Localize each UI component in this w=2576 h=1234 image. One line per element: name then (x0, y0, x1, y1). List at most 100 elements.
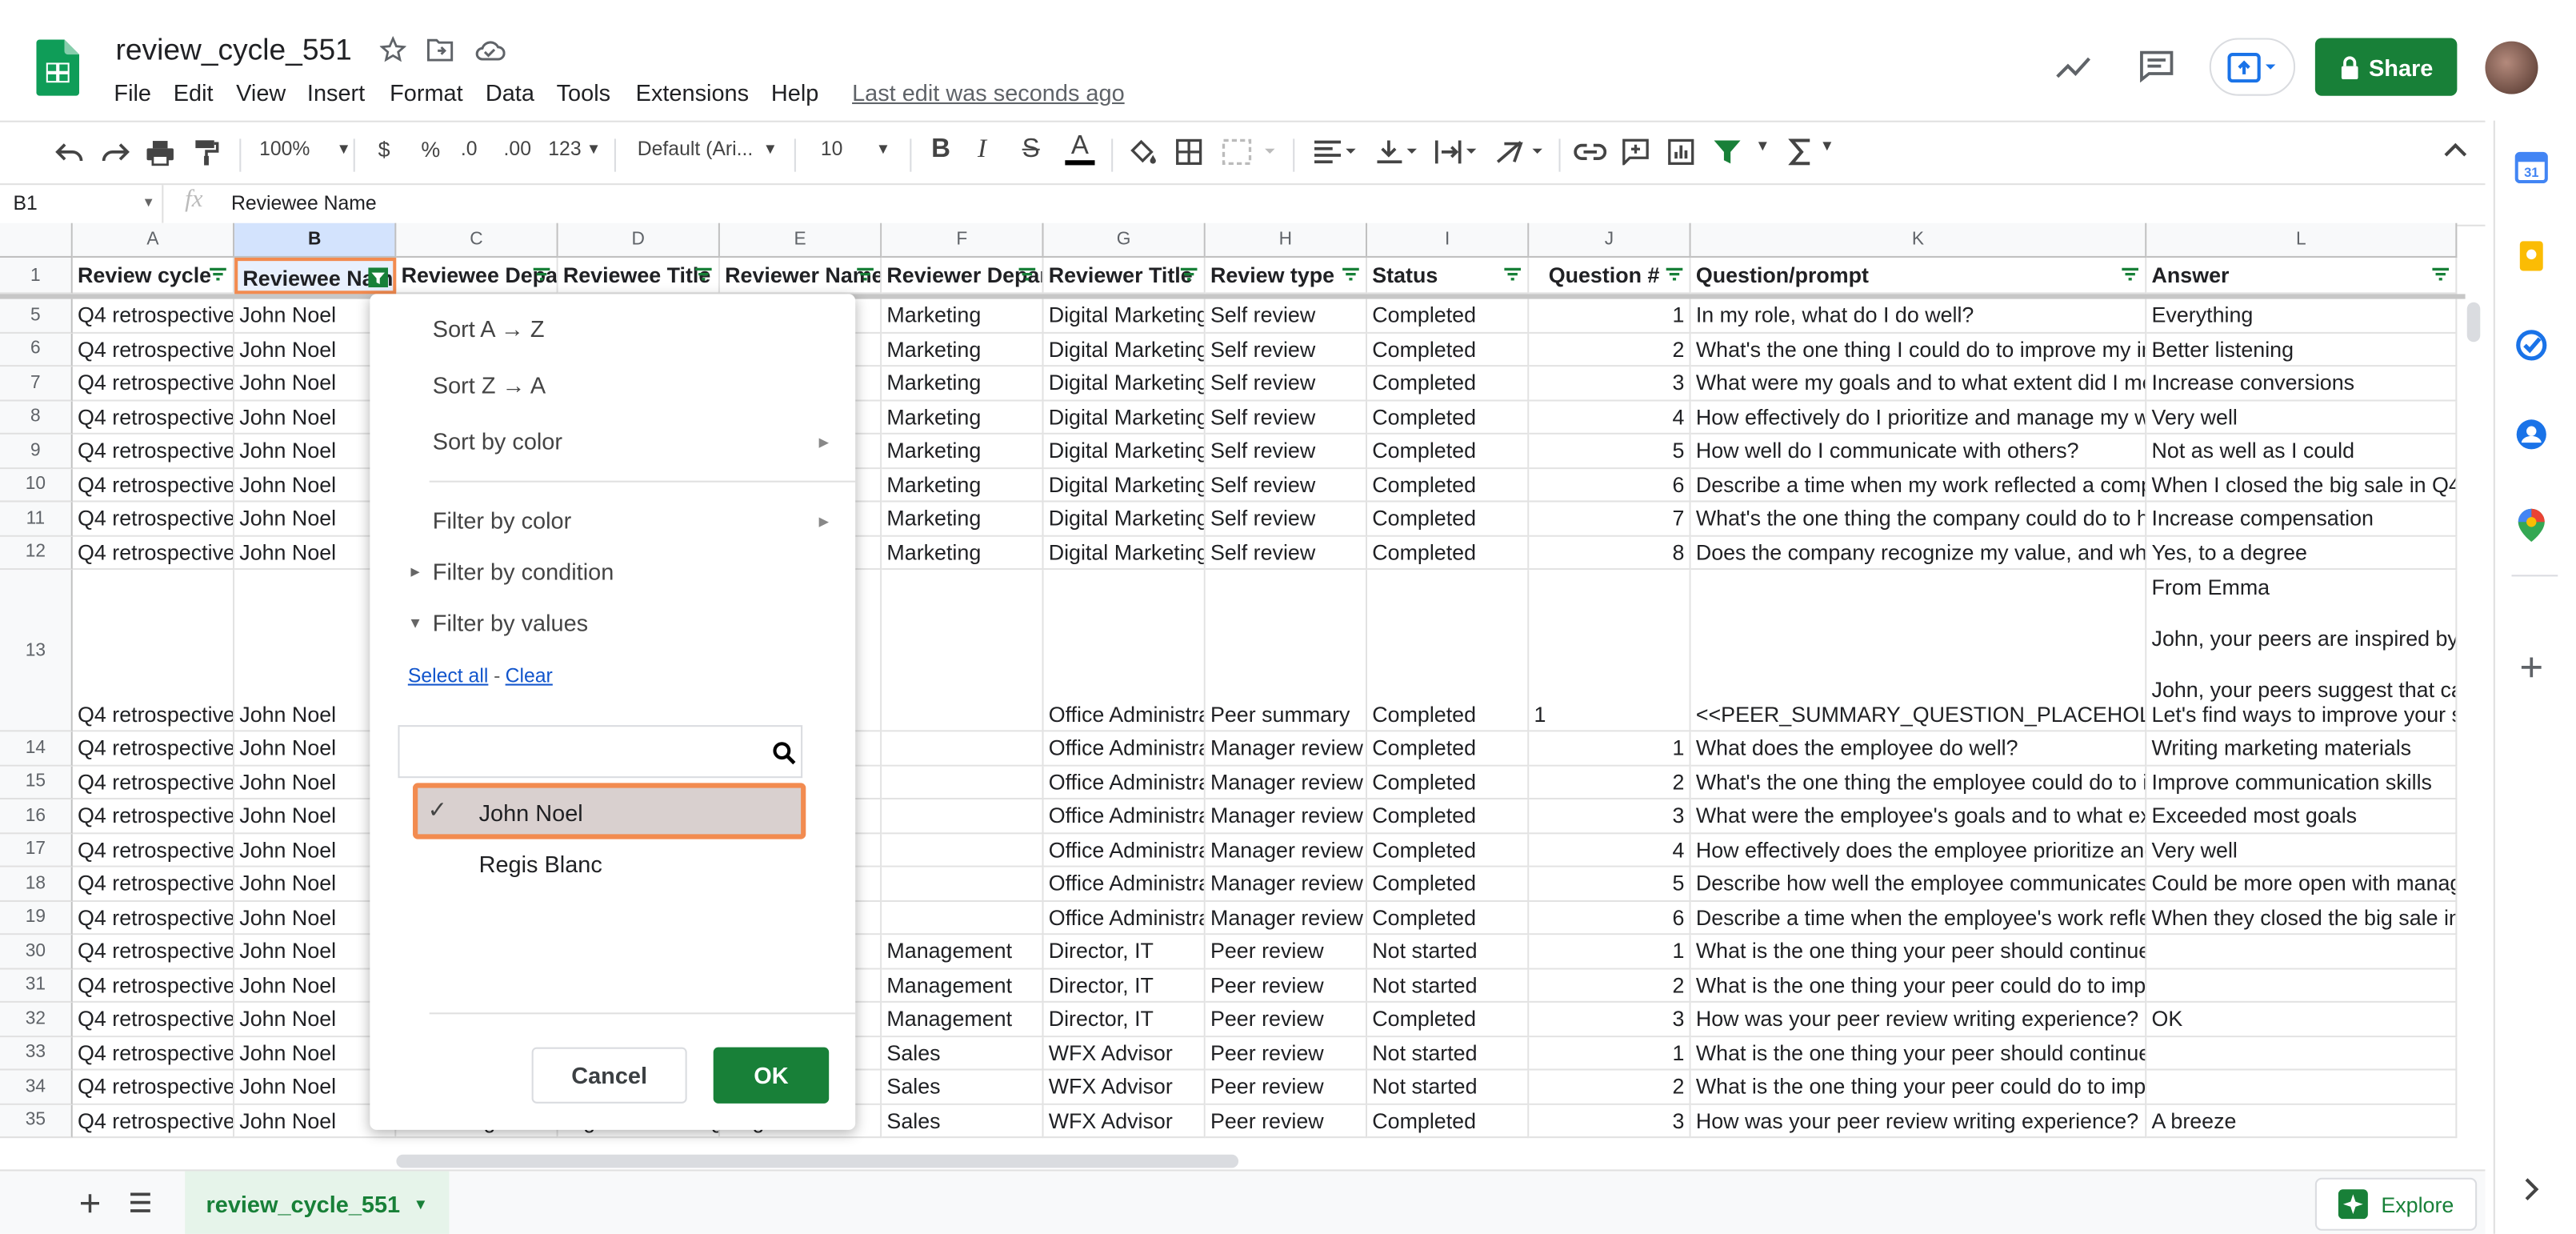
row-header[interactable]: 1 (0, 257, 73, 294)
header-cell[interactable]: Reviewer Name (719, 257, 882, 294)
cell[interactable]: Manager review (1205, 799, 1368, 834)
menu-help[interactable]: Help (771, 79, 818, 106)
cell[interactable]: Completed (1367, 298, 1530, 333)
zoom-select[interactable]: 100% ▼ (259, 137, 351, 160)
cell[interactable]: Peer summary (1205, 570, 1368, 732)
filter-icon[interactable] (1712, 138, 1742, 165)
cell[interactable]: Completed (1367, 900, 1530, 936)
cell[interactable]: 5 (1529, 867, 1691, 901)
cell[interactable]: WFX Advisor (1043, 1036, 1206, 1071)
cell[interactable]: Self review (1205, 332, 1368, 367)
cell[interactable]: Q4 retrospective (72, 935, 235, 969)
cell[interactable]: Not as well as I could (2146, 434, 2458, 469)
header-cell[interactable]: Reviewer Department (882, 257, 1044, 294)
cell[interactable]: OK (2146, 1002, 2458, 1037)
cell[interactable]: Could be more open with management (2146, 867, 2458, 901)
expand-panel-chevron-icon[interactable] (2523, 1178, 2540, 1201)
cell[interactable]: Completed (1367, 1104, 1530, 1139)
cell[interactable]: 3 (1529, 1002, 1691, 1037)
cancel-button[interactable]: Cancel (531, 1047, 687, 1104)
menu-extensions[interactable]: Extensions (636, 79, 749, 106)
sheets-logo-icon[interactable] (36, 39, 80, 96)
cell[interactable]: Q4 retrospective (72, 1070, 235, 1104)
italic-button[interactable]: I (978, 135, 986, 165)
cell[interactable]: 2 (1529, 765, 1691, 800)
formula-input[interactable]: Reviewee Name (231, 191, 377, 214)
cell[interactable]: Q4 retrospective (72, 799, 235, 834)
sort-a-z-item[interactable]: Sort A → Z (433, 315, 545, 342)
cell[interactable]: Writing marketing materials (2146, 731, 2458, 766)
cell[interactable]: What does the employee do well? (1690, 731, 2147, 766)
cell[interactable]: 4 (1529, 400, 1691, 435)
functions-caret-icon[interactable]: ▼ (1820, 137, 1834, 154)
row-header[interactable]: 30 (0, 935, 73, 969)
column-header[interactable]: C (396, 222, 558, 258)
cell[interactable]: Peer review (1205, 968, 1368, 1003)
filter-value-item[interactable]: ✓ John Noel (413, 783, 806, 839)
cell[interactable]: Q4 retrospective (72, 731, 235, 766)
cell[interactable] (2146, 1070, 2458, 1104)
cell[interactable]: Completed (1367, 468, 1530, 503)
cell[interactable]: Q4 retrospective (72, 1036, 235, 1071)
cell[interactable]: Q4 retrospective (72, 298, 235, 333)
cell[interactable]: 3 (1529, 367, 1691, 401)
cell[interactable]: 1 (1529, 570, 1691, 732)
cell[interactable]: Marketing (882, 434, 1044, 469)
cell[interactable] (882, 731, 1044, 766)
cell[interactable]: What is the one thing your peer could do… (1690, 968, 2147, 1003)
filter-value-item[interactable]: Regis Blanc (413, 835, 806, 891)
cell[interactable]: Office Administrator (1043, 867, 1206, 901)
cell[interactable]: Q4 retrospective (72, 765, 235, 800)
header-cell[interactable]: Status (1367, 257, 1530, 294)
column-header[interactable]: G (1043, 222, 1206, 258)
cell[interactable]: 1 (1529, 1036, 1691, 1071)
cell[interactable]: Completed (1367, 434, 1530, 469)
cell[interactable]: What were my goals and to what extent di… (1690, 367, 2147, 401)
cell[interactable]: Manager review (1205, 833, 1368, 867)
share-button[interactable]: Share (2314, 38, 2458, 96)
cell[interactable]: Management (882, 1002, 1044, 1037)
cell[interactable]: What's the one thing I could do to impro… (1690, 332, 2147, 367)
cell[interactable]: Manager review (1205, 900, 1368, 936)
cell[interactable]: Q4 retrospective (72, 434, 235, 469)
cell[interactable] (882, 570, 1044, 732)
cell[interactable]: Self review (1205, 367, 1368, 401)
row-header[interactable]: 16 (0, 799, 73, 834)
header-cell[interactable]: Question/prompt (1690, 257, 2147, 294)
cell[interactable]: 5 (1529, 434, 1691, 469)
column-header[interactable]: J (1529, 222, 1691, 258)
cell[interactable]: Management (882, 968, 1044, 1003)
cell[interactable]: Q4 retrospective (72, 502, 235, 536)
cell[interactable]: Marketing (882, 400, 1044, 435)
row-header[interactable]: 7 (0, 367, 73, 401)
insert-comment-icon[interactable] (1622, 138, 1650, 166)
paint-format-icon[interactable] (193, 138, 219, 166)
cell[interactable]: 3 (1529, 1104, 1691, 1139)
maps-icon[interactable] (2517, 507, 2546, 543)
cell[interactable]: Q4 retrospective (72, 332, 235, 367)
horizontal-scrollbar[interactable] (396, 1154, 1239, 1168)
row-header[interactable]: 6 (0, 332, 73, 367)
cell[interactable]: 3 (1529, 799, 1691, 834)
cell[interactable]: Digital Marketing (1043, 298, 1206, 333)
row-header[interactable]: 33 (0, 1036, 73, 1071)
cell[interactable] (2146, 968, 2458, 1003)
cell[interactable]: Completed (1367, 502, 1530, 536)
header-cell[interactable]: Reviewer Title (1043, 257, 1206, 294)
cloud-status-icon[interactable] (474, 36, 506, 62)
column-header[interactable]: A (72, 222, 235, 258)
menu-view[interactable]: View (236, 79, 286, 106)
cell[interactable]: Very well (2146, 400, 2458, 435)
cell[interactable] (882, 833, 1044, 867)
cell[interactable]: Digital Marketing (1043, 535, 1206, 571)
row-header[interactable]: 35 (0, 1104, 73, 1139)
cell[interactable]: Self review (1205, 298, 1368, 333)
vertical-align-icon[interactable] (1375, 138, 1422, 165)
cell[interactable]: Completed (1367, 570, 1530, 732)
cell[interactable]: Office Administrator (1043, 799, 1206, 834)
percent-format-button[interactable]: % (421, 137, 440, 162)
cell[interactable]: Completed (1367, 367, 1530, 401)
contacts-icon[interactable] (2515, 418, 2548, 451)
menu-insert[interactable]: Insert (307, 79, 365, 106)
row-header[interactable]: 5 (0, 298, 73, 333)
